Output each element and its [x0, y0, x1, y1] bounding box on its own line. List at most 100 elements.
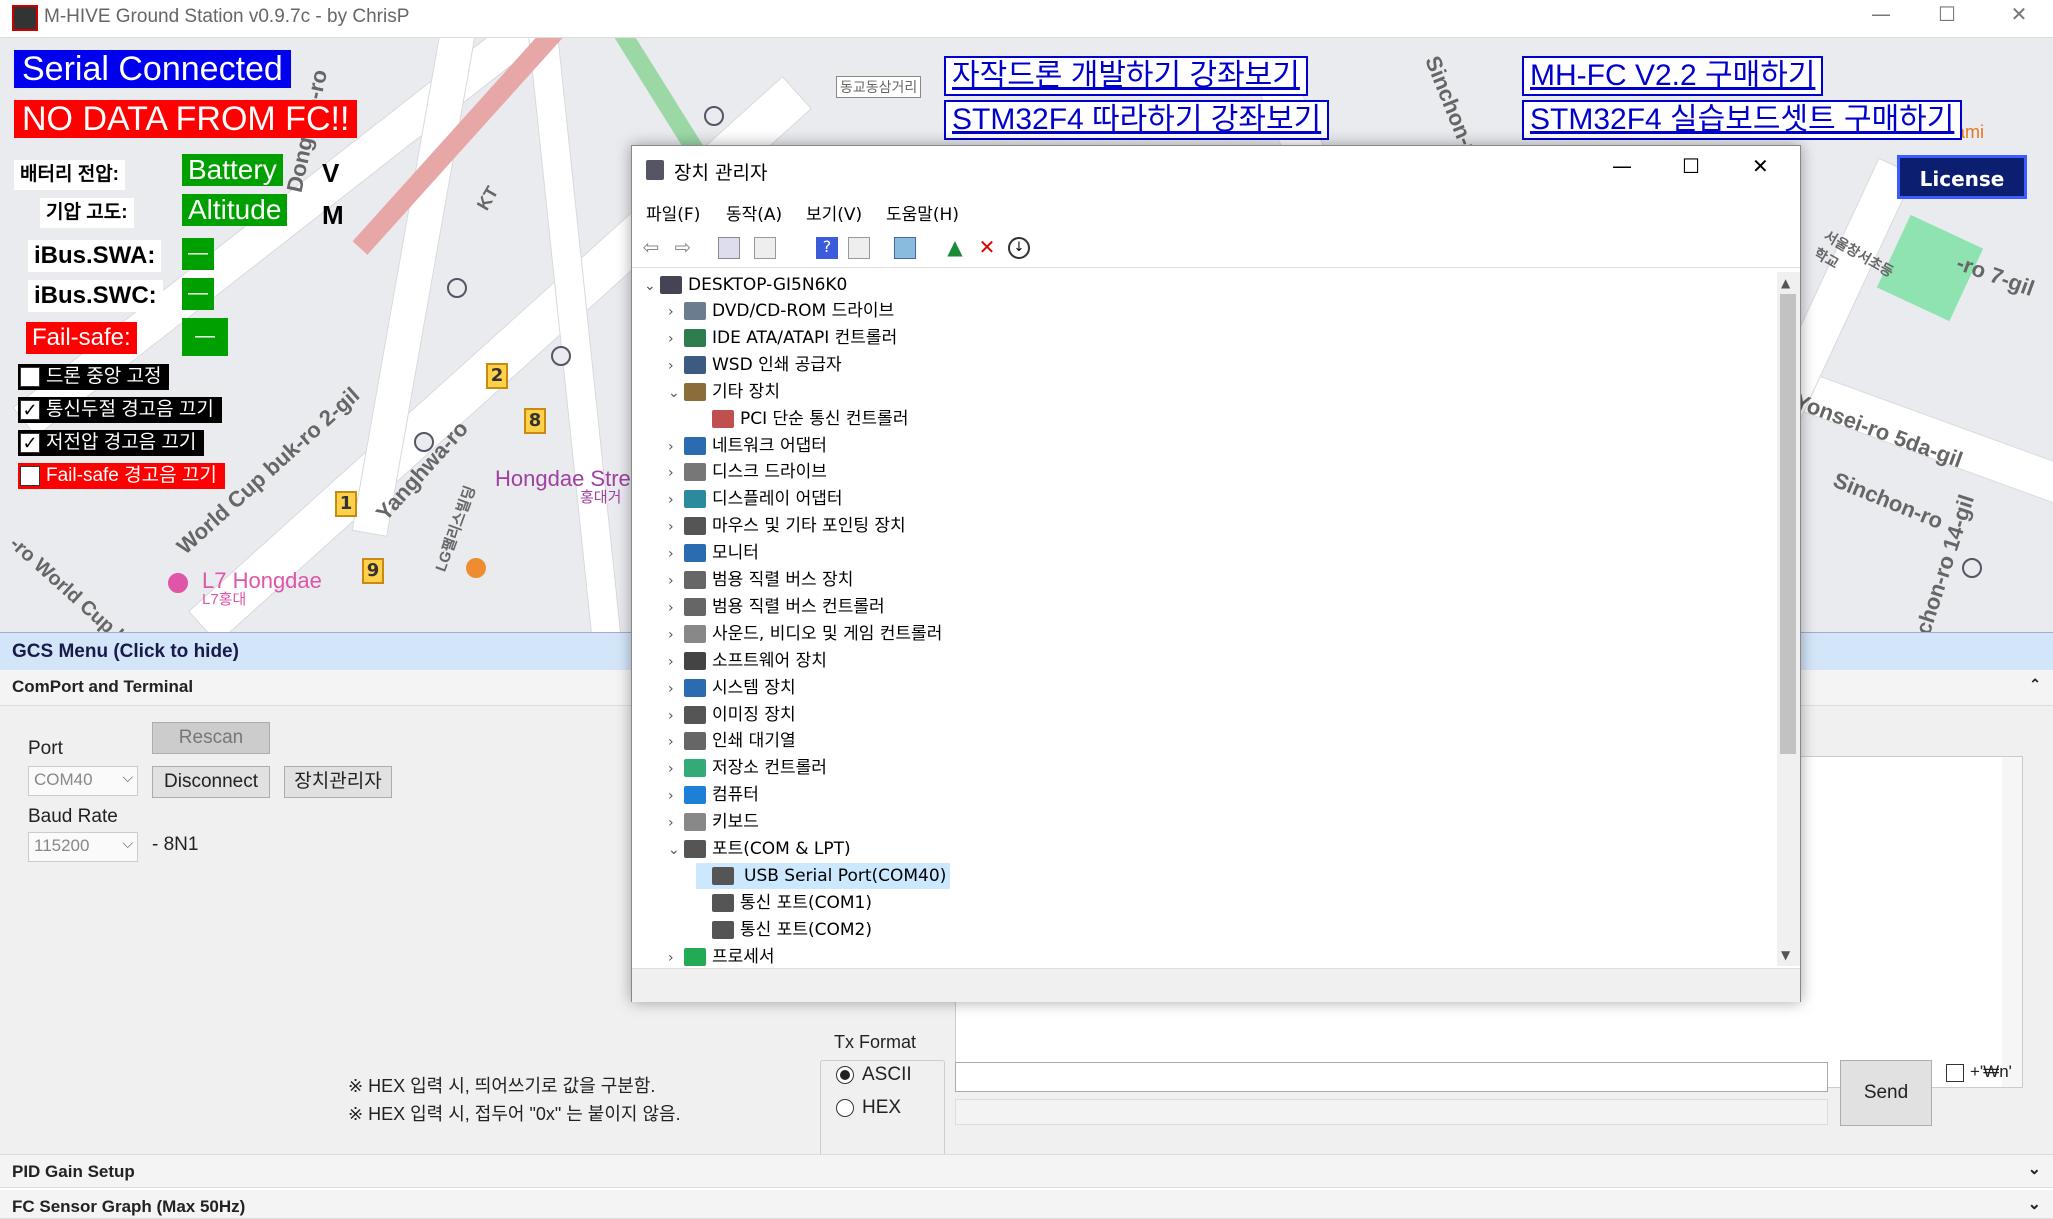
chevron-right-icon[interactable]: ›: [668, 783, 684, 809]
collapse-icon[interactable]: ⌃: [2029, 676, 2041, 693]
chevron-down-icon[interactable]: ⌄: [644, 273, 660, 299]
checkbox-box[interactable]: ✓: [20, 433, 40, 453]
map-pin[interactable]: 8: [524, 408, 546, 434]
tree-item[interactable]: › IDE ATA/ATAPI 컨트롤러: [668, 325, 897, 352]
chevron-right-icon[interactable]: ›: [668, 326, 684, 352]
tree-item[interactable]: › DVD/CD-ROM 드라이브: [668, 298, 894, 325]
update-driver-icon[interactable]: ▲: [944, 237, 966, 259]
menu-action[interactable]: 동작(A): [726, 200, 782, 225]
tree-item[interactable]: › 사운드, 비디오 및 게임 컨트롤러: [668, 621, 942, 648]
tree-item[interactable]: › 마우스 및 기타 포인팅 장치: [668, 513, 906, 540]
terminal-scrollbar[interactable]: [2002, 757, 2022, 1087]
port-select[interactable]: COM40 ⌵: [28, 766, 138, 796]
checkbox-box[interactable]: [1946, 1063, 1964, 1082]
expand-icon[interactable]: ⌄: [2028, 1159, 2041, 1179]
chevron-right-icon[interactable]: ›: [668, 460, 684, 486]
tree-scrollbar[interactable]: ▲ ▼: [1777, 272, 1800, 966]
chevron-right-icon[interactable]: ›: [668, 810, 684, 836]
scroll-down-icon[interactable]: ▼: [1781, 948, 1790, 962]
device-manager-button[interactable]: 장치관리자: [284, 766, 392, 798]
chevron-right-icon[interactable]: ›: [668, 649, 684, 675]
device-manager-window[interactable]: 장치 관리자 — ☐ ✕ 파일(F) 동작(A) 보기(V) 도움말(H) ⇦ …: [631, 145, 1801, 1002]
low-voltage-mute-checkbox[interactable]: ✓ 저전압 경고음 끄기: [18, 430, 205, 456]
scroll-up-icon[interactable]: ▲: [1781, 276, 1790, 290]
newline-checkbox[interactable]: +'₩n': [1946, 1062, 2012, 1082]
scan-hardware-icon[interactable]: [894, 237, 916, 259]
forward-icon[interactable]: ⇨: [672, 237, 694, 259]
radio-button[interactable]: [836, 1098, 854, 1117]
chevron-right-icon[interactable]: ›: [668, 595, 684, 621]
expand-icon[interactable]: ⌄: [2028, 1194, 2041, 1214]
tree-item[interactable]: › 키보드: [668, 809, 759, 836]
chevron-right-icon[interactable]: ›: [668, 434, 684, 460]
failsafe-mute-checkbox[interactable]: Fail-safe 경고음 끄기: [18, 463, 225, 489]
radio-button[interactable]: [836, 1065, 854, 1084]
tree-item[interactable]: 통신 포트(COM2): [696, 917, 872, 943]
tree-item[interactable]: › 프로세서: [668, 944, 775, 966]
tree-item[interactable]: › 범용 직렬 버스 장치: [668, 567, 853, 594]
menu-file[interactable]: 파일(F): [646, 200, 700, 225]
buy-link-1[interactable]: MH-FC V2.2 구매하기: [1522, 56, 1824, 96]
license-button[interactable]: License: [1897, 155, 2027, 199]
checkbox-box[interactable]: ✓: [20, 400, 40, 420]
tree-item[interactable]: PCI 단순 통신 컨트롤러: [696, 406, 908, 432]
course-link-1[interactable]: 자작드론 개발하기 강좌보기: [944, 56, 1308, 96]
chevron-down-icon[interactable]: ⌄: [668, 380, 684, 406]
tree-item[interactable]: › 소프트웨어 장치: [668, 648, 827, 675]
chevron-right-icon[interactable]: ›: [668, 299, 684, 325]
tree-item[interactable]: 통신 포트(COM1): [696, 890, 872, 916]
uninstall-icon[interactable]: ✕: [976, 237, 998, 259]
baud-select[interactable]: 115200 ⌵: [28, 832, 138, 862]
hex-radio[interactable]: HEX: [836, 1097, 901, 1119]
tree-item[interactable]: › 시스템 장치: [668, 675, 796, 702]
properties-icon[interactable]: [718, 237, 740, 259]
course-link-2[interactable]: STM32F4 따라하기 강좌보기: [944, 100, 1330, 140]
tree-root[interactable]: ⌄ DESKTOP-GI5N6K0: [644, 272, 847, 299]
back-icon[interactable]: ⇦: [640, 237, 662, 259]
tree-item[interactable]: ⌄ 포트(COM & LPT): [668, 836, 851, 863]
disconnect-button[interactable]: Disconnect: [152, 766, 270, 798]
tree-item[interactable]: › 저장소 컨트롤러: [668, 755, 827, 782]
close-button[interactable]: ✕: [1752, 154, 1769, 178]
comm-loss-mute-checkbox[interactable]: ✓ 통신두절 경고음 끄기: [18, 397, 222, 423]
map-pin[interactable]: 9: [362, 558, 384, 584]
maximize-button[interactable]: ☐: [1682, 154, 1700, 178]
minimize-button[interactable]: —: [1612, 154, 1632, 178]
tx-input[interactable]: [955, 1062, 1828, 1092]
minimize-button[interactable]: —: [1848, 0, 1914, 30]
scroll-thumb[interactable]: [1780, 294, 1796, 754]
map-pin[interactable]: 1: [335, 491, 357, 517]
tree-item[interactable]: › 이미징 장치: [668, 702, 796, 729]
tree-item[interactable]: ⌄ 기타 장치: [668, 379, 780, 406]
tree-item-selected[interactable]: USB Serial Port(COM40): [696, 862, 951, 889]
map-pin[interactable]: 2: [486, 363, 508, 389]
tree-item[interactable]: › 모니터: [668, 540, 759, 567]
document-icon[interactable]: [754, 237, 776, 259]
send-button[interactable]: Send: [1840, 1060, 1932, 1126]
chevron-right-icon[interactable]: ›: [668, 945, 684, 966]
view-icon[interactable]: [848, 237, 870, 259]
chevron-right-icon[interactable]: ›: [668, 703, 684, 729]
tree-item[interactable]: › 인쇄 대기열: [668, 728, 796, 755]
chevron-right-icon[interactable]: ›: [668, 514, 684, 540]
chevron-right-icon[interactable]: ›: [668, 487, 684, 513]
chevron-right-icon[interactable]: ›: [668, 676, 684, 702]
chevron-right-icon[interactable]: ›: [668, 729, 684, 755]
tree-item[interactable]: › 네트워크 어댑터: [668, 433, 827, 460]
center-lock-checkbox[interactable]: 드론 중앙 고정: [18, 364, 170, 390]
sensor-section-header[interactable]: FC Sensor Graph (Max 50Hz) ⌄: [0, 1190, 2053, 1219]
tree-item[interactable]: › 디스크 드라이브: [668, 459, 827, 486]
help-icon[interactable]: ?: [816, 237, 838, 259]
tree-item[interactable]: › 디스플레이 어댑터: [668, 486, 843, 513]
download-icon[interactable]: ↓: [1008, 237, 1030, 259]
maximize-button[interactable]: ☐: [1914, 0, 1980, 30]
tree-item[interactable]: › 범용 직렬 버스 컨트롤러: [668, 594, 885, 621]
close-button[interactable]: ✕: [1986, 0, 2052, 30]
checkbox-box[interactable]: [20, 367, 40, 387]
tree-item[interactable]: › 컴퓨터: [668, 782, 759, 809]
chevron-right-icon[interactable]: ›: [668, 568, 684, 594]
chevron-right-icon[interactable]: ›: [668, 353, 684, 379]
menu-view[interactable]: 보기(V): [806, 200, 862, 225]
device-tree[interactable]: ⌄ DESKTOP-GI5N6K0 › DVD/CD-ROM 드라이브 › IDE AT…: [632, 272, 1777, 966]
checkbox-box[interactable]: [20, 466, 40, 486]
